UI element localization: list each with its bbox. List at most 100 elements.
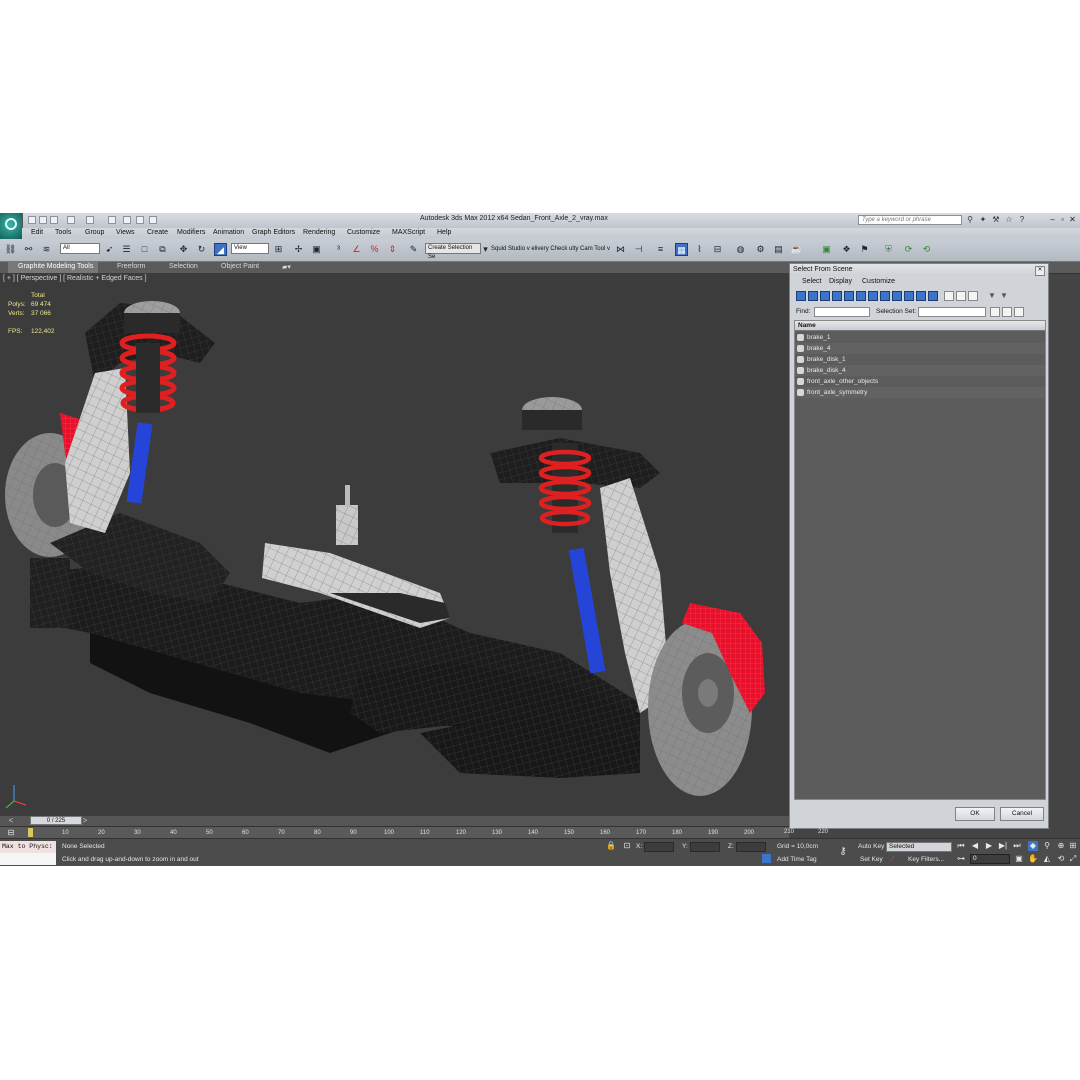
plugin-tool-5-icon[interactable]: ⟳: [902, 243, 915, 256]
menu-create[interactable]: Create: [147, 229, 168, 236]
plugin-tool-3-icon[interactable]: ⚑: [858, 243, 871, 256]
save-file-icon[interactable]: [50, 216, 58, 224]
menu-customize[interactable]: Customize: [347, 229, 380, 236]
time-next-icon[interactable]: >: [80, 816, 90, 826]
tab-freeform[interactable]: Freeform: [117, 263, 145, 270]
menu-animation[interactable]: Animation: [213, 229, 244, 236]
go-to-start-icon[interactable]: ⏮: [956, 841, 966, 851]
tab-object-paint[interactable]: Object Paint: [221, 263, 259, 270]
layout-2-icon[interactable]: [136, 216, 144, 224]
plugin-tool-6-icon[interactable]: ⟲: [920, 243, 933, 256]
pan-icon[interactable]: ✋: [1028, 854, 1038, 864]
display-frozen-icon[interactable]: [916, 291, 926, 301]
keyboard-shortcut-override-icon[interactable]: ▣: [310, 243, 323, 256]
selection-set-options-icon[interactable]: [990, 307, 1000, 317]
percent-snap-icon[interactable]: %: [368, 243, 381, 256]
dialog-menu-select[interactable]: Select: [802, 278, 821, 285]
maxscript-listener[interactable]: Max to Physc:: [0, 841, 56, 853]
rendered-frame-window-icon[interactable]: ▤: [772, 243, 785, 256]
spinner-snap-icon[interactable]: ⇕: [386, 243, 399, 256]
display-xrefs-icon[interactable]: [880, 291, 890, 301]
dialog-title[interactable]: Select From Scene: [790, 264, 1048, 276]
render-setup-icon[interactable]: ⚙: [754, 243, 767, 256]
menu-modifiers[interactable]: Modifiers: [177, 229, 205, 236]
close-icon[interactable]: ✕: [1068, 214, 1077, 225]
display-none-icon[interactable]: [956, 291, 966, 301]
plugin-toolbar-text[interactable]: Squid Studio v elivery Check ulty Cam To…: [491, 246, 610, 252]
display-containers-icon[interactable]: [904, 291, 914, 301]
communication-center-icon[interactable]: ⚒: [991, 215, 1001, 225]
graphite-ribbon-icon[interactable]: ▦: [675, 243, 688, 256]
rectangular-selection-icon[interactable]: □: [138, 243, 151, 256]
ribbon-options-icon[interactable]: ▰▾: [282, 263, 291, 271]
select-rotate-icon[interactable]: ↻: [195, 243, 208, 256]
time-prev-icon[interactable]: <: [6, 816, 16, 826]
y-coordinate-field[interactable]: [690, 842, 720, 852]
filter-options-icon[interactable]: ▼: [1000, 291, 1010, 301]
display-hidden-icon[interactable]: [928, 291, 938, 301]
list-item[interactable]: front_axle_other_objects: [795, 376, 1045, 387]
layer-manager-icon[interactable]: ≡: [654, 243, 667, 256]
list-item[interactable]: brake_disk_4: [795, 365, 1045, 376]
named-selection-set-dropdown[interactable]: Create Selection Se: [425, 243, 481, 260]
go-to-end-icon[interactable]: ⏭: [1012, 841, 1022, 851]
mirror-icon[interactable]: ⋈: [614, 243, 627, 256]
pivot-center-icon[interactable]: ⊞: [272, 243, 285, 256]
perspective-viewport[interactable]: [ + ] [ Perspective ] [ Realistic + Edge…: [0, 273, 789, 816]
current-frame-marker[interactable]: [28, 828, 33, 837]
schematic-view-icon[interactable]: ⊟: [711, 243, 724, 256]
cancel-button[interactable]: Cancel: [1000, 807, 1044, 821]
viewport-label[interactable]: [ + ] [ Perspective ] [ Realistic + Edge…: [3, 275, 147, 282]
layout-1-icon[interactable]: [123, 216, 131, 224]
object-list[interactable]: Name brake_1 brake_4 brake_disk_1 brake_…: [794, 320, 1046, 800]
help-search-input[interactable]: Type a keyword or phrase: [858, 215, 962, 225]
selection-set-arrow-icon[interactable]: ▾: [481, 243, 490, 256]
absolute-mode-icon[interactable]: ⊡: [622, 841, 632, 851]
select-scale-icon[interactable]: ◢: [214, 243, 227, 256]
filter-icon[interactable]: ▼: [988, 291, 998, 301]
zoom-all-icon[interactable]: ⊕: [1056, 841, 1066, 851]
window-crossing-icon[interactable]: ⧉: [156, 243, 169, 256]
help-icon[interactable]: ?: [1017, 215, 1027, 225]
app-logo-icon[interactable]: [0, 213, 23, 239]
dialog-menu-customize[interactable]: Customize: [862, 278, 895, 285]
plugin-tool-4-icon[interactable]: ⛨: [882, 243, 895, 256]
x-coordinate-field[interactable]: [644, 842, 674, 852]
current-frame-field[interactable]: 0: [970, 854, 1010, 864]
menu-views[interactable]: Views: [116, 229, 135, 236]
curve-editor-icon[interactable]: ⌇: [693, 243, 706, 256]
selection-filter-dropdown[interactable]: All: [60, 243, 100, 254]
display-space-warps-icon[interactable]: [856, 291, 866, 301]
tab-graphite-modeling-tools[interactable]: Graphite Modeling Tools: [18, 263, 93, 270]
display-geometry-icon[interactable]: [796, 291, 806, 301]
link-icon[interactable]: ⛓: [4, 243, 17, 256]
select-by-name-icon[interactable]: ☰: [120, 243, 133, 256]
align-icon[interactable]: ⊣: [632, 243, 645, 256]
open-file-icon[interactable]: [39, 216, 47, 224]
list-item[interactable]: front_axle_symmetry: [795, 387, 1045, 398]
zoom-extents-icon[interactable]: ⊞: [1068, 841, 1078, 851]
unlink-icon[interactable]: ⚯: [22, 243, 35, 256]
favorites-icon[interactable]: ☆: [1004, 215, 1014, 225]
display-groups-icon[interactable]: [868, 291, 878, 301]
menu-graph-editors[interactable]: Graph Editors: [252, 229, 295, 236]
tab-selection[interactable]: Selection: [169, 263, 198, 270]
menu-maxscript[interactable]: MAXScript: [392, 229, 425, 236]
edit-named-selection-icon[interactable]: ✎: [407, 243, 420, 256]
time-configuration-icon[interactable]: ▣: [1014, 854, 1024, 864]
menu-tools[interactable]: Tools: [55, 229, 71, 236]
previous-frame-icon[interactable]: ◀: [970, 841, 980, 851]
list-item[interactable]: brake_disk_1: [795, 354, 1045, 365]
display-invert-icon[interactable]: [968, 291, 978, 301]
time-slider[interactable]: 0 / 225: [30, 816, 82, 825]
list-item[interactable]: brake_4: [795, 343, 1045, 354]
menu-help[interactable]: Help: [437, 229, 451, 236]
plugin-tool-2-icon[interactable]: ❖: [840, 243, 853, 256]
angle-snap-icon[interactable]: ∠: [350, 243, 363, 256]
menu-rendering[interactable]: Rendering: [303, 229, 335, 236]
menu-edit[interactable]: Edit: [31, 229, 43, 236]
menu-group[interactable]: Group: [85, 229, 104, 236]
plugin-tool-1-icon[interactable]: ▣: [820, 243, 833, 256]
dialog-menu-display[interactable]: Display: [829, 278, 852, 285]
next-frame-icon[interactable]: ▶|: [998, 841, 1008, 851]
